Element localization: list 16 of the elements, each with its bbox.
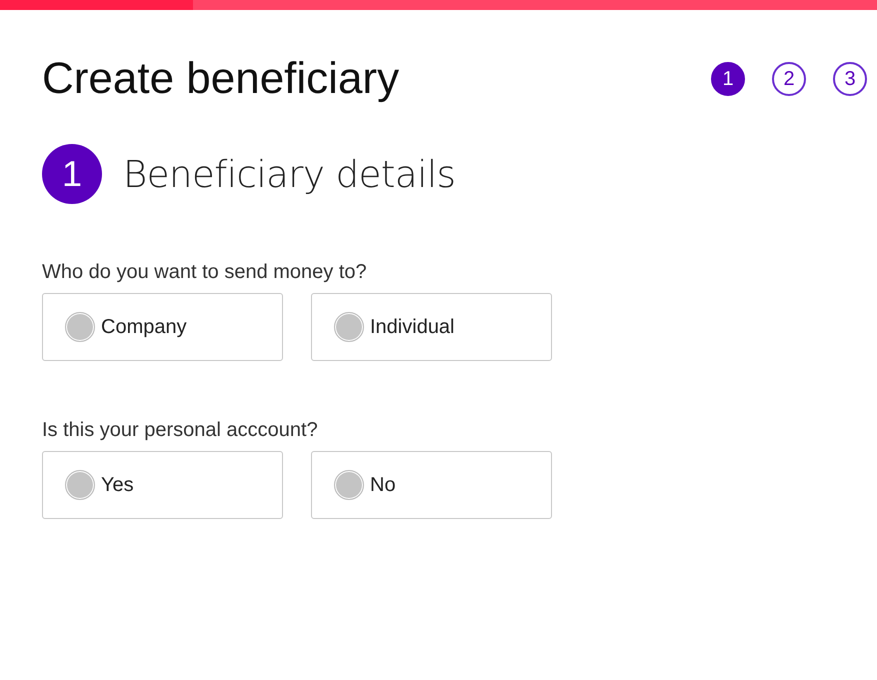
question-label: Is this your personal acccount? — [42, 419, 319, 442]
question-label: Who do you want to send money to? — [42, 261, 368, 284]
step-indicator[interactable]: 2 — [772, 62, 806, 96]
step-indicator[interactable]: 1 — [711, 62, 745, 96]
radio-button[interactable] — [334, 312, 364, 342]
radio-button[interactable] — [334, 470, 364, 500]
radio-button[interactable] — [65, 470, 95, 500]
radio-option[interactable]: Company — [42, 293, 283, 361]
radio-option[interactable]: Yes — [42, 451, 283, 519]
step-indicator[interactable]: 3 — [833, 62, 867, 96]
section-title: Beneficiary details — [123, 152, 456, 196]
step-number: 1 — [42, 144, 102, 204]
radio-button[interactable] — [65, 312, 95, 342]
page-title: Create beneficiary — [42, 54, 400, 104]
radio-option[interactable]: No — [311, 451, 552, 519]
radio-option[interactable]: Individual — [311, 293, 552, 361]
